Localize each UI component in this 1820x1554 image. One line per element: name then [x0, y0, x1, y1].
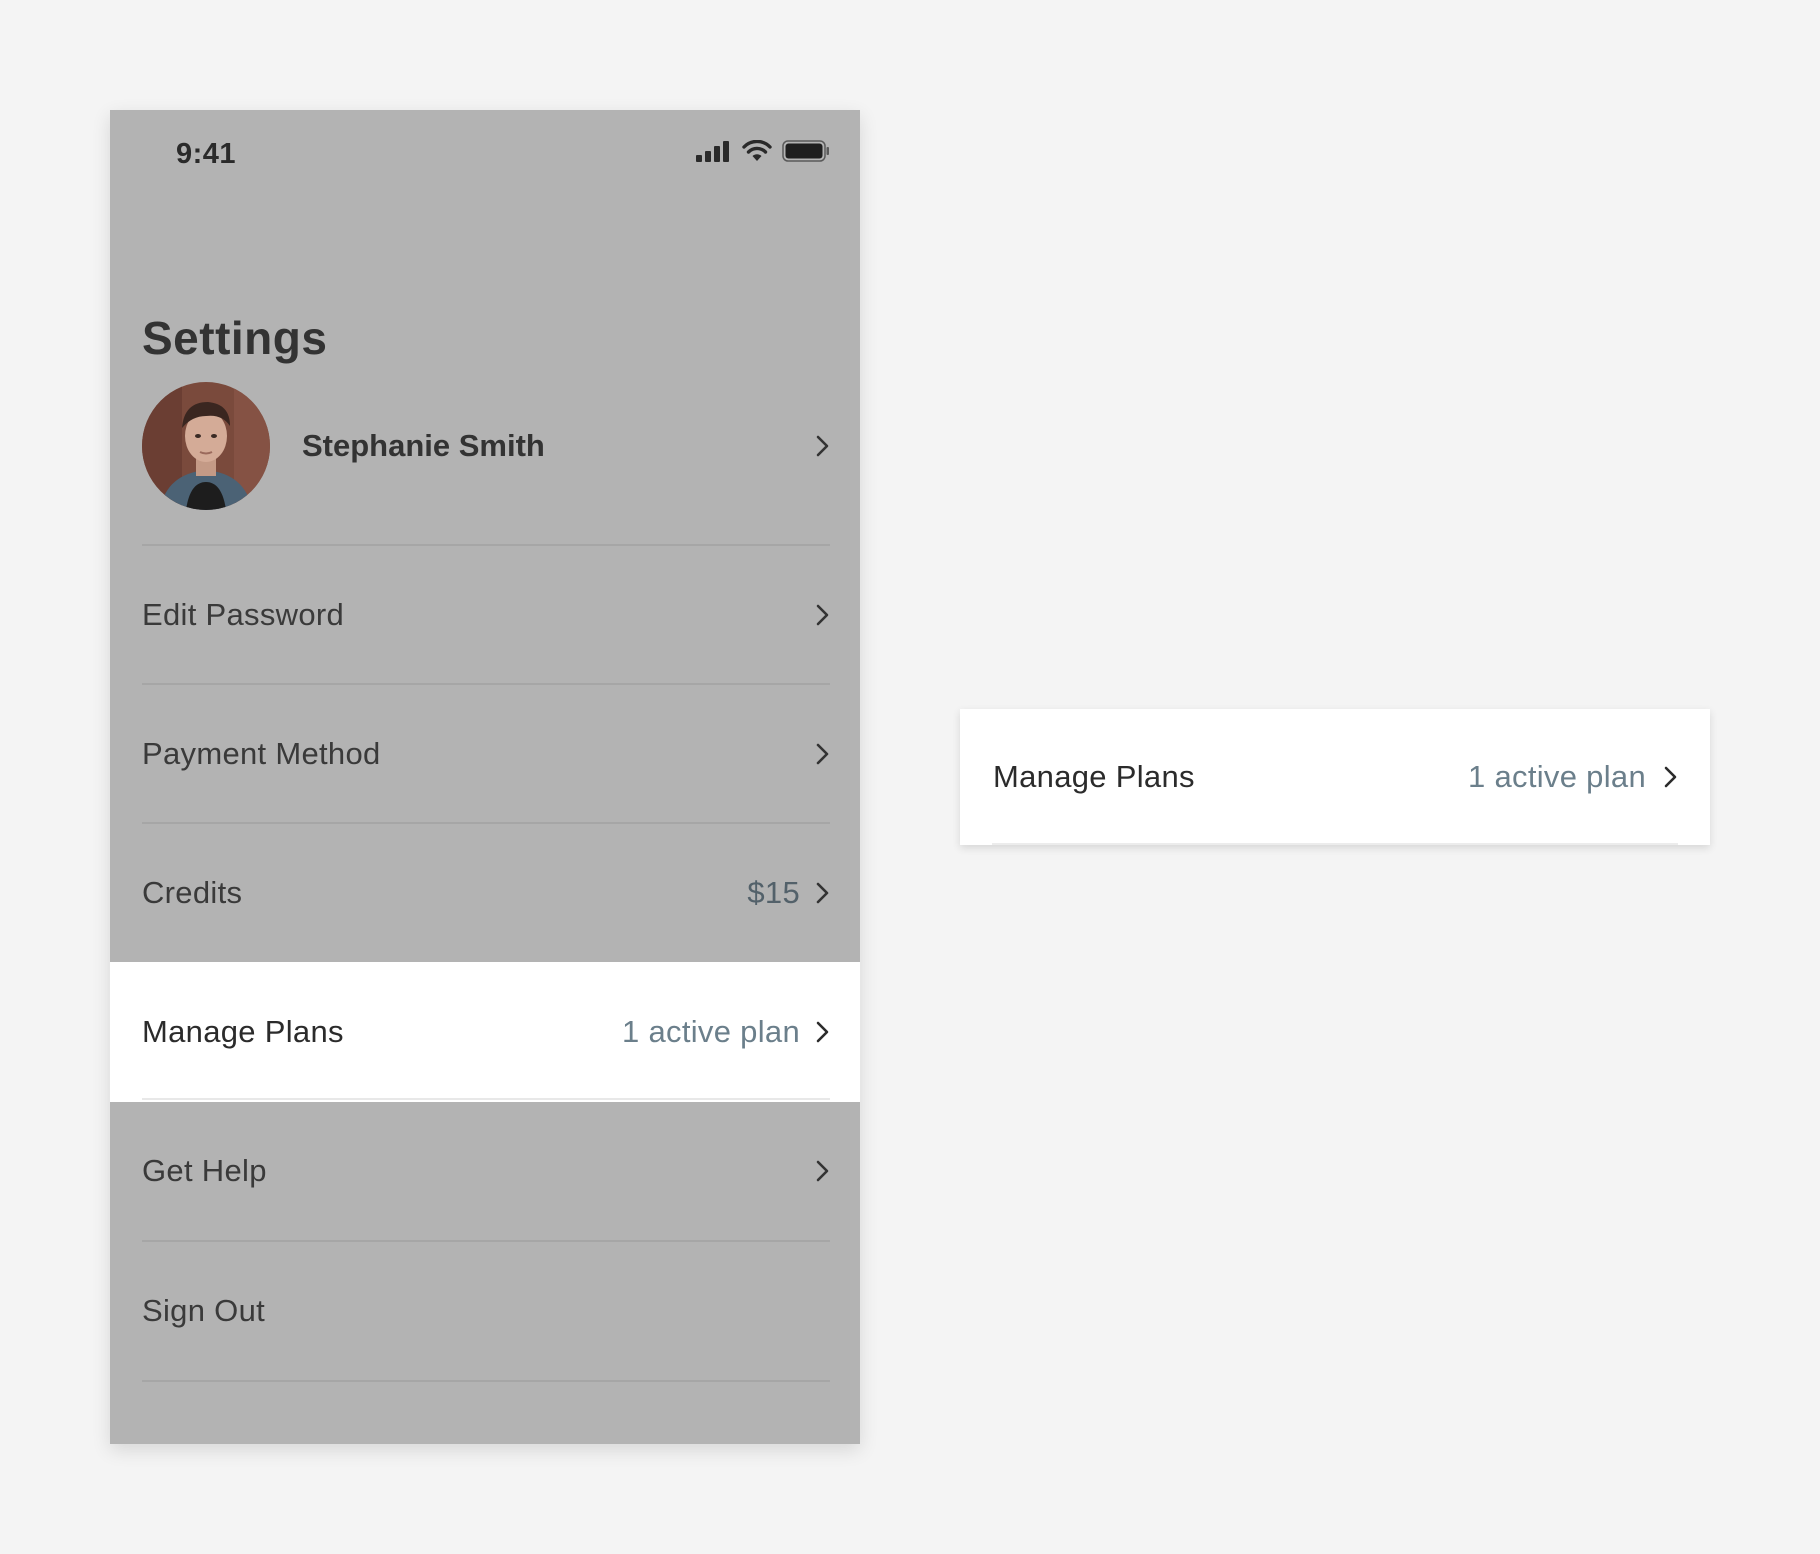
card-value: 1 active plan: [1468, 759, 1646, 794]
manage-plans-card[interactable]: Manage Plans 1 active plan: [960, 709, 1710, 845]
battery-icon: [782, 140, 829, 162]
status-icons: [696, 140, 830, 162]
page-title: Settings: [142, 312, 328, 364]
settings-item-edit-password[interactable]: Edit Password: [110, 546, 860, 684]
status-time: 9:41: [176, 138, 237, 170]
chevron-right-icon: [1664, 766, 1677, 788]
settings-item-label: Credits: [142, 875, 243, 910]
settings-item-manage-plans[interactable]: Manage Plans 1 active plan: [110, 962, 860, 1102]
settings-item-sign-out[interactable]: Sign Out: [110, 1242, 860, 1380]
avatar: [142, 382, 270, 510]
settings-item-label: Edit Password: [142, 597, 345, 632]
settings-item-credits[interactable]: Credits $15: [110, 824, 860, 962]
canvas: 9:41 Settings Stephanie Smith Edit Passw…: [0, 0, 1820, 1554]
wifi-icon: [742, 140, 772, 161]
chevron-right-icon: [816, 1160, 829, 1182]
settings-item-payment-method[interactable]: Payment Method: [110, 685, 860, 823]
profile-row[interactable]: Stephanie Smith: [142, 366, 830, 526]
divider: [142, 1380, 830, 1382]
settings-item-label: Manage Plans: [142, 1014, 344, 1049]
chevron-right-icon: [816, 882, 829, 904]
chevron-right-icon: [816, 1021, 829, 1043]
settings-item-label: Sign Out: [142, 1293, 266, 1328]
divider: [142, 1098, 830, 1100]
settings-item-get-help[interactable]: Get Help: [110, 1102, 860, 1240]
settings-item-label: Payment Method: [142, 736, 381, 771]
plans-value: 1 active plan: [622, 1014, 800, 1049]
chevron-right-icon: [816, 435, 829, 457]
settings-item-label: Get Help: [142, 1153, 267, 1188]
status-bar: 9:41: [110, 110, 860, 200]
card-label: Manage Plans: [993, 759, 1195, 794]
card-divider: [992, 843, 1678, 845]
chevron-right-icon: [816, 743, 829, 765]
avatar-image: [142, 382, 270, 510]
chevron-right-icon: [816, 604, 829, 626]
phone-screen: 9:41 Settings Stephanie Smith Edit Passw…: [110, 110, 860, 1444]
profile-name: Stephanie Smith: [302, 428, 545, 463]
signal-icon: [696, 141, 729, 162]
credits-value: $15: [747, 875, 800, 910]
